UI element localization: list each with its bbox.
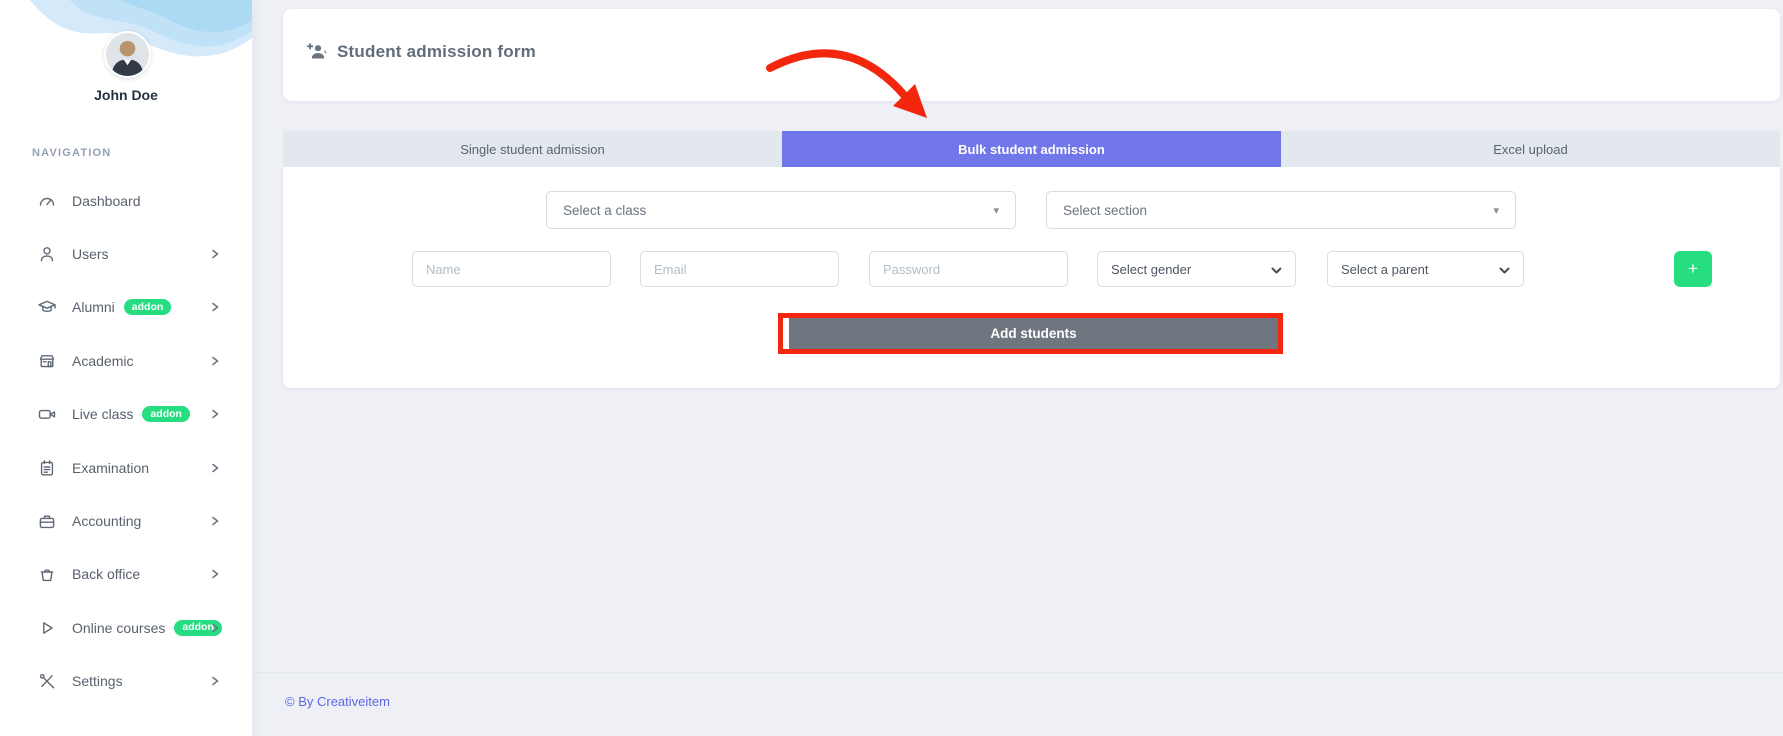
- chevron-right-icon: [208, 674, 222, 688]
- chevron-right-icon: [208, 461, 222, 475]
- gender-select[interactable]: Select gender: [1097, 251, 1296, 287]
- class-select[interactable]: Select a class ▾: [546, 191, 1016, 229]
- bulk-admission-form-card: Select a class ▾ Select section ▾ Select…: [283, 167, 1780, 388]
- sidebar: John Doe NAVIGATION Dashboard Users Alum…: [0, 0, 252, 736]
- chevron-down-icon: [1271, 264, 1282, 275]
- sidebar-item-academic[interactable]: Academic: [0, 334, 252, 387]
- page-header-card: Student admission form: [283, 9, 1780, 101]
- password-input[interactable]: [869, 251, 1068, 287]
- sidebar-item-label: Examination: [72, 460, 149, 476]
- basket-icon: [37, 564, 57, 584]
- email-input[interactable]: [640, 251, 839, 287]
- chevron-right-icon: [208, 621, 222, 635]
- graduation-cap-icon: [37, 297, 57, 317]
- sidebar-item-label: Alumni: [72, 299, 115, 315]
- school-building-icon: [37, 351, 57, 371]
- section-select[interactable]: Select section ▾: [1046, 191, 1516, 229]
- avatar: [104, 31, 151, 78]
- person-add-icon: [305, 42, 329, 62]
- page-title: Student admission form: [337, 42, 536, 62]
- user-icon: [37, 244, 57, 264]
- sidebar-item-live-class[interactable]: Live class addon: [0, 388, 252, 441]
- sidebar-item-label: Dashboard: [72, 193, 141, 209]
- sidebar-item-label: Back office: [72, 566, 140, 582]
- annotation-highlight-box: Add students: [778, 313, 1283, 354]
- sidebar-item-alumni[interactable]: Alumni addon: [0, 281, 252, 334]
- parent-select[interactable]: Select a parent: [1327, 251, 1524, 287]
- gender-select-value: Select gender: [1111, 262, 1191, 277]
- addon-badge: addon: [124, 299, 172, 315]
- creativeitem-link[interactable]: Creativeitem: [317, 694, 390, 709]
- briefcase-icon: [37, 511, 57, 531]
- nav-list: Dashboard Users Alumni addon: [0, 174, 252, 708]
- sidebar-item-accounting[interactable]: Accounting: [0, 494, 252, 547]
- speedometer-icon: [37, 191, 57, 211]
- footer-copyright-prefix: © By: [285, 694, 317, 709]
- chevron-right-icon: [208, 300, 222, 314]
- sidebar-item-back-office[interactable]: Back office: [0, 548, 252, 601]
- add-row-button[interactable]: +: [1674, 251, 1712, 287]
- sidebar-item-label: Accounting: [72, 513, 141, 529]
- parent-select-value: Select a parent: [1341, 262, 1428, 277]
- chevron-right-icon: [208, 354, 222, 368]
- tab-excel-upload[interactable]: Excel upload: [1281, 131, 1780, 167]
- section-select-value: Select section: [1063, 203, 1147, 218]
- user-name: John Doe: [0, 87, 252, 103]
- chevron-right-icon: [208, 407, 222, 421]
- add-students-button[interactable]: Add students: [789, 318, 1278, 349]
- admission-tabs: Single student admission Bulk student ad…: [283, 131, 1780, 167]
- sidebar-item-label: Users: [72, 246, 109, 262]
- footer-divider: [253, 672, 1783, 673]
- footer-copyright: © By Creativeitem: [285, 694, 390, 709]
- sidebar-item-dashboard[interactable]: Dashboard: [0, 174, 252, 227]
- sidebar-item-label: Live class: [72, 406, 133, 422]
- class-select-value: Select a class: [563, 203, 646, 218]
- dropdown-arrow-icon: ▾: [993, 204, 999, 217]
- sidebar-item-label: Academic: [72, 353, 133, 369]
- addon-badge: addon: [142, 406, 190, 422]
- name-input[interactable]: [412, 251, 611, 287]
- chevron-right-icon: [208, 514, 222, 528]
- sidebar-item-online-courses[interactable]: Online courses addon: [0, 601, 252, 654]
- tools-icon: [37, 671, 57, 691]
- play-icon: [37, 618, 57, 638]
- video-camera-icon: [37, 404, 57, 424]
- tab-bulk-student-admission[interactable]: Bulk student admission: [782, 131, 1281, 167]
- clipboard-icon: [37, 458, 57, 478]
- sidebar-item-users[interactable]: Users: [0, 227, 252, 280]
- chevron-right-icon: [208, 567, 222, 581]
- dropdown-arrow-icon: ▾: [1493, 204, 1499, 217]
- sidebar-item-label: Online courses: [72, 620, 165, 636]
- nav-caption: NAVIGATION: [32, 147, 111, 159]
- chevron-down-icon: [1499, 264, 1510, 275]
- sidebar-item-examination[interactable]: Examination: [0, 441, 252, 494]
- sidebar-item-label: Settings: [72, 673, 123, 689]
- tab-single-student-admission[interactable]: Single student admission: [283, 131, 782, 167]
- sidebar-item-settings[interactable]: Settings: [0, 655, 252, 708]
- chevron-right-icon: [208, 247, 222, 261]
